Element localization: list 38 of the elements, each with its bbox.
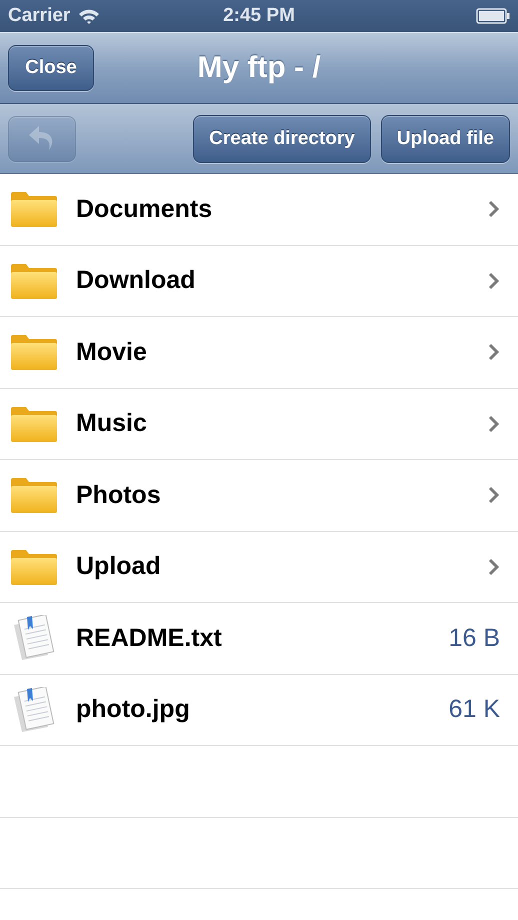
file-list-row[interactable]: README.txt 16 B <box>0 603 518 674</box>
file-list-row[interactable]: Movie <box>0 317 518 388</box>
toolbar-button[interactable]: Upload file <box>380 114 510 162</box>
item-name: Photos <box>76 480 161 510</box>
folder-icon <box>10 548 58 586</box>
battery-icon <box>476 8 510 24</box>
file-list-row[interactable]: Documents <box>0 174 518 246</box>
item-name: Download <box>76 266 196 296</box>
chevron-icon <box>488 558 500 576</box>
status-time: 2:45 PM <box>223 5 295 27</box>
chevron-icon <box>488 486 500 504</box>
file-size: 16 B <box>448 624 500 653</box>
wifi-icon <box>78 8 100 24</box>
item-name: Upload <box>76 552 161 582</box>
folder-icon <box>10 404 58 443</box>
file-list-row[interactable]: photo.jpg 61 K <box>0 674 518 746</box>
file-list-row[interactable]: Photos <box>0 460 518 532</box>
chevron-icon <box>488 414 500 433</box>
item-name: README.txt <box>76 624 222 653</box>
toolbar-button[interactable]: Create directory <box>193 114 371 162</box>
file-list-row[interactable]: Upload <box>0 532 518 603</box>
folder-icon <box>10 262 58 300</box>
item-name: photo.jpg <box>76 695 190 724</box>
chevron-icon <box>488 200 500 218</box>
item-name: Music <box>76 409 147 438</box>
chevron-icon <box>488 272 500 290</box>
file-list-row[interactable]: Music <box>0 388 518 460</box>
chevron-icon <box>488 343 500 362</box>
folder-icon <box>10 333 58 372</box>
close-button[interactable]: Close <box>8 45 94 91</box>
nav-title: My ftp - / <box>197 51 321 85</box>
file-list-row[interactable]: Download <box>0 246 518 317</box>
carrier-name: Carrier <box>8 5 70 27</box>
item-name: Movie <box>76 338 147 367</box>
file-size: 61 K <box>448 695 500 724</box>
item-name: Documents <box>76 194 212 224</box>
folder-icon <box>10 190 58 228</box>
folder-icon <box>10 476 58 514</box>
